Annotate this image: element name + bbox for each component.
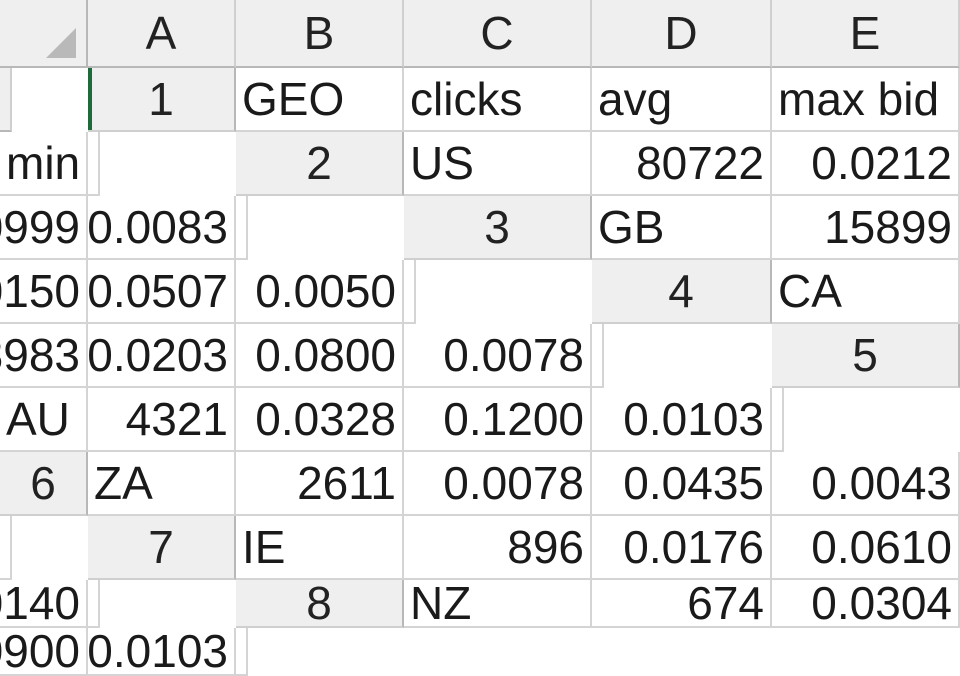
- cell-c7[interactable]: 0.0176: [592, 516, 772, 580]
- cell-d5[interactable]: 0.1200: [404, 388, 592, 452]
- cell-c8[interactable]: 0.0304: [772, 580, 960, 628]
- spreadsheet: A B C D E 1 GEO clicks avg max bid min b…: [0, 0, 960, 676]
- cell-e1[interactable]: min bid: [0, 132, 88, 196]
- row-header-2[interactable]: 2: [236, 132, 404, 196]
- cell-b5[interactable]: 4321: [88, 388, 236, 452]
- column-header-d[interactable]: D: [592, 0, 772, 68]
- column-header-a[interactable]: A: [88, 0, 236, 68]
- column-header-f-partial[interactable]: [0, 68, 12, 132]
- row-header-4[interactable]: 4: [592, 260, 772, 324]
- cell-c1[interactable]: avg: [592, 68, 772, 132]
- cell-a1[interactable]: GEO: [236, 68, 404, 132]
- cell-d1[interactable]: max bid: [772, 68, 960, 132]
- cell-d7[interactable]: 0.0610: [772, 516, 960, 580]
- cell-f7[interactable]: [88, 580, 100, 628]
- column-header-b[interactable]: B: [236, 0, 404, 68]
- cell-b4[interactable]: 8983: [0, 324, 88, 388]
- cell-b3[interactable]: 15899: [772, 196, 960, 260]
- cell-f4[interactable]: [592, 324, 604, 388]
- select-all-triangle-icon: [46, 28, 76, 58]
- row-header-7[interactable]: 7: [88, 516, 236, 580]
- cell-f3[interactable]: [404, 260, 416, 324]
- cell-e2[interactable]: 0.0083: [88, 196, 236, 260]
- cell-a5[interactable]: AU: [0, 388, 88, 452]
- cell-c4[interactable]: 0.0203: [88, 324, 236, 388]
- cell-a6[interactable]: ZA: [88, 452, 236, 516]
- cell-e7[interactable]: 0.0140: [0, 580, 88, 628]
- cell-b6[interactable]: 2611: [236, 452, 404, 516]
- cell-f1[interactable]: [88, 132, 100, 196]
- cell-d2[interactable]: 0.0999: [0, 196, 88, 260]
- cell-grid: A B C D E 1 GEO clicks avg max bid min b…: [0, 0, 960, 676]
- cell-e8[interactable]: 0.0103: [88, 628, 236, 676]
- cell-c6[interactable]: 0.0078: [404, 452, 592, 516]
- cell-c3[interactable]: 0.0150: [0, 260, 88, 324]
- cell-b8[interactable]: 674: [592, 580, 772, 628]
- cell-d6[interactable]: 0.0435: [592, 452, 772, 516]
- cell-a3[interactable]: GB: [592, 196, 772, 260]
- cell-f5[interactable]: [772, 388, 784, 452]
- row-header-1[interactable]: 1: [88, 68, 236, 132]
- cell-b2[interactable]: 80722: [592, 132, 772, 196]
- cell-b1[interactable]: clicks: [404, 68, 592, 132]
- cell-e6[interactable]: 0.0043: [772, 452, 960, 516]
- row-header-6[interactable]: 6: [0, 452, 88, 516]
- cell-d3[interactable]: 0.0507: [88, 260, 236, 324]
- select-all-button[interactable]: [0, 0, 88, 68]
- cell-a7[interactable]: IE: [236, 516, 404, 580]
- cell-f8[interactable]: [236, 628, 248, 676]
- cell-c5[interactable]: 0.0328: [236, 388, 404, 452]
- cell-e3[interactable]: 0.0050: [236, 260, 404, 324]
- cell-a8[interactable]: NZ: [404, 580, 592, 628]
- cell-d8[interactable]: 0.0900: [0, 628, 88, 676]
- row-header-8[interactable]: 8: [236, 580, 404, 628]
- cell-a4[interactable]: CA: [772, 260, 960, 324]
- cell-b7[interactable]: 896: [404, 516, 592, 580]
- active-cell-indicator: [88, 68, 92, 130]
- cell-e5[interactable]: 0.0103: [592, 388, 772, 452]
- cell-f6[interactable]: [0, 516, 12, 580]
- cell-f2[interactable]: [236, 196, 248, 260]
- row-header-5[interactable]: 5: [772, 324, 960, 388]
- cell-d4[interactable]: 0.0800: [236, 324, 404, 388]
- cell-e4[interactable]: 0.0078: [404, 324, 592, 388]
- column-header-c[interactable]: C: [404, 0, 592, 68]
- row-header-3[interactable]: 3: [404, 196, 592, 260]
- cell-c2[interactable]: 0.0212: [772, 132, 960, 196]
- cell-a2[interactable]: US: [404, 132, 592, 196]
- column-header-e[interactable]: E: [772, 0, 960, 68]
